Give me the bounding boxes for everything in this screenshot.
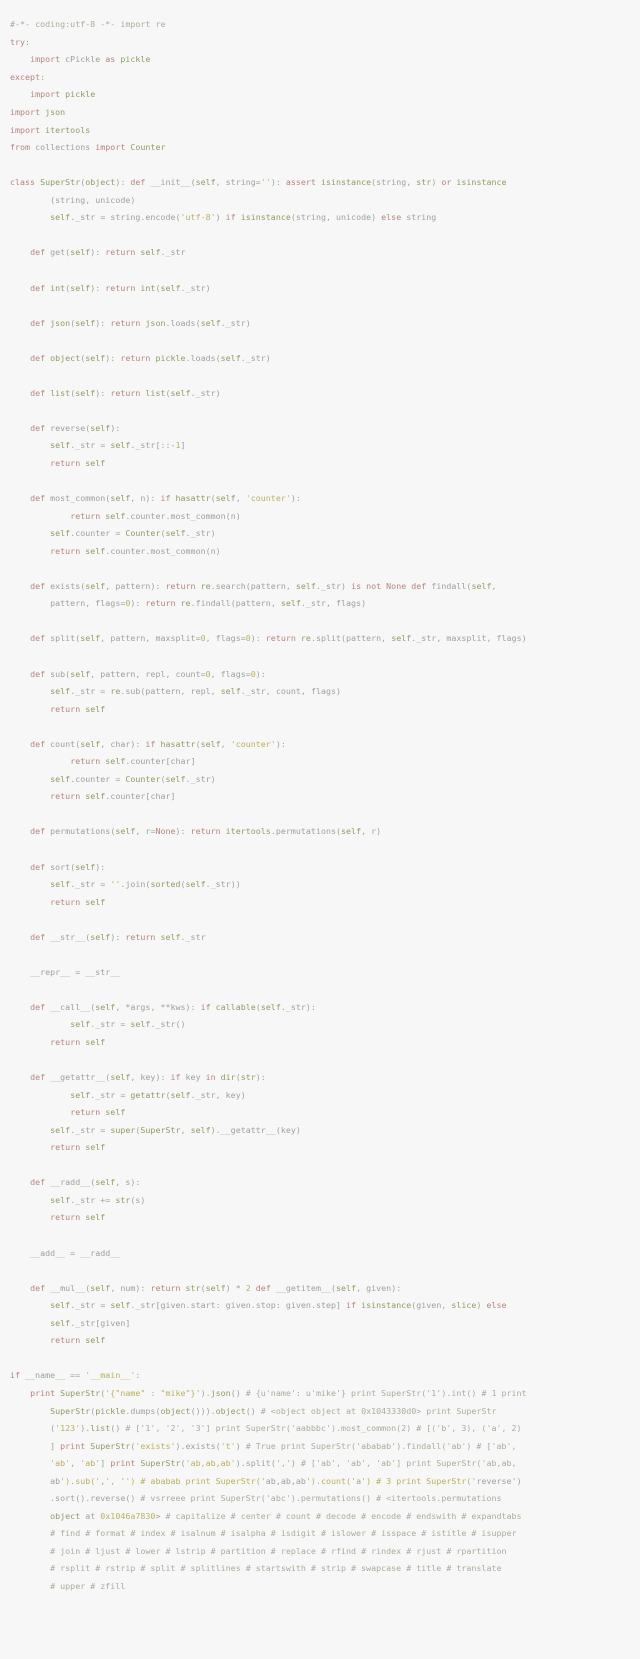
code-line: self.counter = Counter(self._str) (50, 528, 216, 539)
code-line: # upper # zfill (50, 1580, 126, 1591)
code-line: def __call__(self, *args, **kws): if cal… (30, 1001, 316, 1012)
code-line: object at 0x1046a7830> # capitalize # ce… (50, 1510, 522, 1521)
code-line: # find # format # index # isalnum # isal… (50, 1528, 517, 1539)
code-line: self._str = ''.join(sorted(self._str)) (50, 879, 241, 890)
code-line: ab').sub(',', '') # ababab print SuperSt… (50, 1475, 522, 1486)
code-line: #-*- coding:utf-8 -*- import re (10, 19, 166, 30)
code-line: return self (50, 703, 106, 714)
code-line: def object(self): return pickle.loads(se… (30, 352, 271, 363)
code-line: self._str = self._str[::-1] (50, 440, 186, 451)
code-line: return self (50, 457, 106, 468)
code-line: import itertools (10, 124, 91, 135)
code-line: def int(self): return int(self._str) (30, 282, 211, 293)
code-line: except: (10, 71, 46, 82)
code-line: import cPickle as pickle (30, 54, 151, 65)
code-line: def __getattr__(self, key): if key in di… (30, 1072, 266, 1083)
code-line: import json (10, 107, 66, 118)
code-line: return self.counter.most_common(n) (70, 510, 241, 521)
code-line: def list(self): return list(self._str) (30, 387, 221, 398)
code-line: def reverse(self): (30, 422, 121, 433)
code-line: self._str = self._str() (70, 1019, 186, 1030)
code-line: import pickle (30, 89, 96, 100)
code-line: class SuperStr(object): def __init__(sel… (10, 177, 507, 188)
code-line: def __str__(self): return self._str (30, 931, 206, 942)
code-line: return self (50, 1037, 106, 1048)
code-line: self._str = super(SuperStr, self).__geta… (50, 1124, 301, 1135)
code-line: try: (10, 36, 31, 47)
code-line: .sort().reverse() # vsrreee print SuperS… (10, 1493, 502, 1504)
code-line: pattern, flags=0): return re.findall(pat… (50, 598, 367, 609)
code-line: # join # ljust # lower # lstrip # partit… (50, 1545, 507, 1556)
code-line: self._str[given] (50, 1317, 131, 1328)
code-line: def most_common(self, n): if hasattr(sel… (30, 493, 301, 504)
code-line: self._str = getattr(self._str, key) (70, 1089, 246, 1100)
code-line: def __mul__(self, num): return str(self)… (30, 1282, 402, 1293)
code-listing-page: #-*- coding:utf-8 -*- import re try: impo… (0, 0, 640, 1659)
code-line: return self (70, 1107, 126, 1118)
code-line: def exists(self, pattern): return re.sea… (30, 580, 497, 591)
code-line: (string, unicode) (10, 194, 136, 205)
code-line: __add__ = __radd__ (30, 1247, 121, 1258)
code-line: return self.counter[char] (50, 791, 176, 802)
code-line: def permutations(self, r=None): return i… (30, 826, 382, 837)
code-line: # rsplit # rstrip # split # splitlines #… (50, 1563, 502, 1574)
code-line: return self.counter[char] (70, 756, 196, 767)
code-line: self._str = string.encode('utf-8') if is… (50, 212, 437, 223)
code-line: return self (50, 896, 106, 907)
code-line: self._str = self._str[given.start: given… (50, 1300, 507, 1311)
python-source-code[interactable]: #-*- coding:utf-8 -*- import re try: impo… (10, 16, 630, 1595)
code-line: __repr__ = __str__ (30, 966, 121, 977)
code-line: self.counter = Counter(self._str) (50, 773, 216, 784)
code-line: def sub(self, pattern, repl, count=0, fl… (30, 668, 266, 679)
code-line: self._str += str(s) (50, 1194, 146, 1205)
code-line: SuperStr(pickle.dumps(object())).object(… (50, 1405, 497, 1416)
code-line: from collections import Counter (10, 142, 166, 153)
code-line: if __name__ == '__main__': (10, 1370, 141, 1381)
code-line: def split(self, pattern, maxsplit=0, fla… (30, 633, 527, 644)
code-line: def json(self): return json.loads(self._… (30, 317, 251, 328)
code-line: 'ab', 'ab'] print SuperStr('ab,ab,ab').s… (50, 1458, 517, 1469)
code-line: def __radd__(self, s): (30, 1177, 141, 1188)
code-line: print SuperStr('{"name" : "mike"}').json… (30, 1387, 527, 1398)
code-line: ] print SuperStr('exists').exists('t') #… (10, 1440, 517, 1451)
code-line: self._str = re.sub(pattern, repl, self._… (50, 686, 342, 697)
code-line: ('123').list() # ['1', '2', '3'] print S… (10, 1423, 522, 1434)
code-line: def get(self): return self._str (30, 247, 186, 258)
code-line: return self (50, 1142, 106, 1153)
code-line: return self (50, 1335, 106, 1346)
code-line: return self.counter.most_common(n) (50, 545, 221, 556)
code-line: def count(self, char): if hasattr(self, … (30, 738, 286, 749)
code-line: return self (50, 1212, 106, 1223)
code-line: def sort(self): (30, 861, 106, 872)
